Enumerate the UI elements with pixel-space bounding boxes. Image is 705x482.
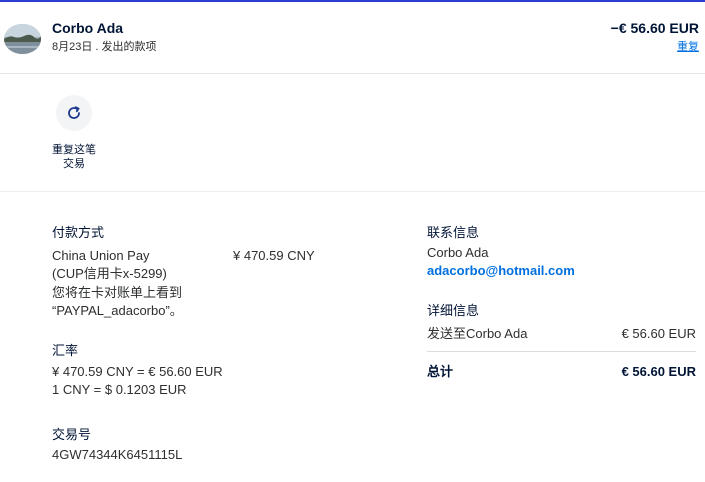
payment-method-name: China Union Pay	[52, 248, 150, 263]
statement-descriptor: “PAYPAL_adacorbo”。	[52, 303, 183, 318]
details-divider	[427, 351, 696, 352]
repeat-link[interactable]: 重复	[677, 38, 699, 54]
repeat-transaction-label: 重复这笔 交易	[46, 143, 102, 171]
exchange-rate-heading: 汇率	[52, 343, 79, 358]
repeat-label-line2: 交易	[63, 158, 85, 170]
transaction-amount: −€ 56.60 EUR	[610, 20, 699, 36]
total-amount: € 56.60 EUR	[621, 364, 696, 379]
action-area: 重复这笔 交易	[0, 75, 705, 192]
repeat-transaction-button[interactable]: 重复这笔 交易	[52, 95, 96, 175]
repeat-button-circle[interactable]	[56, 95, 92, 131]
ship-to-amount: € 56.60 EUR	[621, 326, 696, 341]
repeat-label-line1: 重复这笔	[52, 144, 96, 156]
ship-to-label: 发送至Corbo Ada	[427, 326, 528, 341]
counterparty-name: Corbo Ada	[52, 20, 124, 36]
exchange-rate-unit: 1 CNY = $ 0.1203 EUR	[52, 382, 187, 397]
transaction-id: 4GW74344K6451115L	[52, 447, 183, 462]
statement-note: 您将在卡对账单上看到	[52, 285, 183, 300]
payment-card-info: (CUP信用卡x-5299)	[52, 266, 167, 281]
contact-name: Corbo Ada	[427, 245, 489, 260]
contact-email-link[interactable]: adacorbo@hotmail.com	[427, 263, 575, 278]
avatar	[4, 24, 41, 54]
refresh-icon	[68, 106, 80, 119]
transaction-date-type: 8月23日 . 发出的款项	[52, 41, 157, 53]
details-heading: 详细信息	[427, 303, 480, 318]
transaction-header: Corbo Ada 8月23日 . 发出的款项 −€ 56.60 EUR 重复	[0, 2, 705, 74]
total-label: 总计	[427, 364, 454, 379]
exchange-rate-conversion: ¥ 470.59 CNY = € 56.60 EUR	[52, 364, 223, 379]
payment-method-heading: 付款方式	[52, 225, 105, 240]
payment-amount-cny: ¥ 470.59 CNY	[233, 248, 315, 263]
transaction-id-heading: 交易号	[52, 427, 92, 442]
avatar-landscape-image	[4, 24, 41, 54]
contact-info-heading: 联系信息	[427, 225, 480, 240]
